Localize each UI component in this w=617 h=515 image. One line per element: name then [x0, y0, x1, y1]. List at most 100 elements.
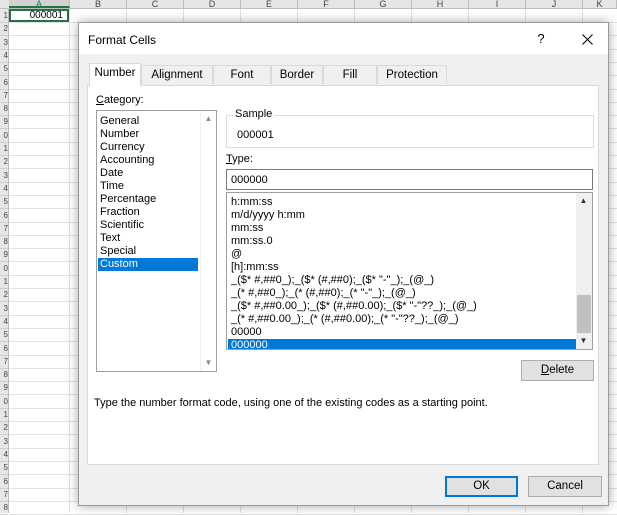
- format-code-item-selected[interactable]: 000000: [228, 339, 576, 349]
- row-header[interactable]: 4: [0, 315, 8, 329]
- row-header[interactable]: 7: [0, 89, 8, 103]
- column-header-e[interactable]: E: [241, 0, 298, 8]
- format-code-item[interactable]: m/d/yyyy h:mm: [228, 209, 576, 222]
- tab-alignment[interactable]: Alignment: [141, 65, 213, 84]
- row-header[interactable]: 1: [0, 408, 8, 422]
- row-header[interactable]: 8: [0, 368, 8, 383]
- format-code-item[interactable]: 00000: [228, 326, 576, 339]
- category-list[interactable]: General Number Currency Accounting Date …: [96, 110, 217, 372]
- row-header[interactable]: 4: [0, 448, 8, 462]
- row-header[interactable]: 0: [0, 262, 8, 276]
- scroll-up-icon[interactable]: ▲: [201, 111, 216, 127]
- category-item[interactable]: Special: [98, 245, 198, 258]
- row-header[interactable]: 4: [0, 182, 8, 196]
- row-header[interactable]: 8: [0, 102, 8, 117]
- tab-font[interactable]: Font: [213, 65, 271, 84]
- help-button[interactable]: ?: [531, 29, 551, 49]
- row-header[interactable]: 5: [0, 62, 8, 77]
- hint-text: Type the number format code, using one o…: [94, 397, 488, 409]
- tab-number[interactable]: Number: [89, 63, 141, 86]
- close-button[interactable]: [575, 29, 599, 49]
- row-header[interactable]: 1: [0, 142, 8, 156]
- column-header-d[interactable]: D: [184, 0, 241, 8]
- format-code-item[interactable]: _(* #,##0.00_);_(* (#,##0.00);_(* "-"??_…: [228, 313, 576, 326]
- row-header[interactable]: 2: [0, 421, 8, 436]
- category-item[interactable]: Date: [98, 167, 198, 180]
- row-header[interactable]: 8: [0, 235, 8, 250]
- format-code-item[interactable]: h:mm:ss: [228, 196, 576, 209]
- row-header[interactable]: 6: [0, 342, 8, 356]
- category-item[interactable]: Text: [98, 232, 198, 245]
- format-code-item[interactable]: @: [228, 248, 576, 261]
- row-header[interactable]: 7: [0, 355, 8, 369]
- category-item-selected[interactable]: Custom: [98, 258, 198, 271]
- row-header[interactable]: 0: [0, 395, 8, 409]
- row-header[interactable]: 2: [0, 22, 8, 37]
- format-code-item[interactable]: _($* #,##0_);_($* (#,##0);_($* "-"_);_(@…: [228, 274, 576, 287]
- ok-button[interactable]: OK: [445, 476, 518, 497]
- row-header[interactable]: 9: [0, 381, 8, 396]
- row-header[interactable]: 0: [0, 129, 8, 143]
- row-header[interactable]: 3: [0, 302, 8, 316]
- format-code-item[interactable]: [h]:mm:ss: [228, 261, 576, 274]
- column-header-h[interactable]: H: [412, 0, 469, 8]
- format-code-item[interactable]: _($* #,##0.00_);_($* (#,##0.00);_($* "-"…: [228, 300, 576, 313]
- row-header[interactable]: 6: [0, 76, 8, 90]
- category-item[interactable]: Scientific: [98, 219, 198, 232]
- column-header-i[interactable]: I: [469, 0, 526, 8]
- tab-protection[interactable]: Protection: [377, 65, 447, 84]
- row-header[interactable]: 3: [0, 169, 8, 183]
- category-item[interactable]: Number: [98, 128, 198, 141]
- row-header[interactable]: 9: [0, 115, 8, 130]
- category-scrollbar[interactable]: ▲ ▼: [200, 111, 216, 371]
- format-scrollbar[interactable]: ▲ ▼: [576, 193, 592, 349]
- type-input[interactable]: [226, 169, 593, 190]
- row-header[interactable]: 6: [0, 209, 8, 223]
- row-header[interactable]: 5: [0, 195, 8, 210]
- scroll-down-icon[interactable]: ▼: [201, 355, 216, 371]
- sample-label: Sample: [233, 108, 275, 120]
- column-header-g[interactable]: G: [355, 0, 412, 8]
- scroll-up-icon[interactable]: ▲: [576, 193, 591, 209]
- category-item[interactable]: Currency: [98, 141, 198, 154]
- cell-a1[interactable]: 000001: [9, 9, 69, 22]
- row-header[interactable]: 4: [0, 49, 8, 63]
- row-header[interactable]: 9: [0, 248, 8, 263]
- row-header[interactable]: 5: [0, 461, 8, 476]
- row-header[interactable]: 7: [0, 222, 8, 236]
- category-item[interactable]: General: [98, 115, 198, 128]
- cancel-button[interactable]: Cancel: [528, 476, 602, 497]
- format-code-item[interactable]: mm:ss: [228, 222, 576, 235]
- format-code-item[interactable]: _(* #,##0_);_(* (#,##0);_(* "-"_);_(@_): [228, 287, 576, 300]
- scroll-thumb[interactable]: [577, 295, 591, 333]
- row-header[interactable]: 2: [0, 155, 8, 170]
- row-header[interactable]: 7: [0, 488, 8, 502]
- row-header[interactable]: 2: [0, 288, 8, 303]
- column-header-c[interactable]: C: [127, 0, 184, 8]
- row-header[interactable]: 1: [0, 275, 8, 289]
- sample-group: Sample 000001: [226, 108, 594, 148]
- column-header-j[interactable]: J: [526, 0, 583, 8]
- column-header-b[interactable]: B: [70, 0, 127, 8]
- row-header[interactable]: 5: [0, 328, 8, 343]
- delete-button[interactable]: Delete: [521, 360, 594, 381]
- row-header[interactable]: 6: [0, 475, 8, 489]
- tab-fill[interactable]: Fill: [323, 65, 377, 84]
- format-code-item[interactable]: mm:ss.0: [228, 235, 576, 248]
- column-header-f[interactable]: F: [298, 0, 355, 8]
- row-header[interactable]: 3: [0, 36, 8, 50]
- scroll-down-icon[interactable]: ▼: [576, 333, 591, 349]
- category-item[interactable]: Accounting: [98, 154, 198, 167]
- number-tab-panel: Category: General Number Currency Accoun…: [87, 85, 599, 465]
- row-header[interactable]: 3: [0, 435, 8, 449]
- tab-border[interactable]: Border: [271, 65, 323, 84]
- type-label: Type:: [226, 153, 253, 165]
- category-item[interactable]: Fraction: [98, 206, 198, 219]
- category-item[interactable]: Time: [98, 180, 198, 193]
- column-header-k[interactable]: K: [583, 0, 617, 8]
- row-header[interactable]: 1: [0, 9, 8, 23]
- column-header-a[interactable]: A: [9, 0, 70, 8]
- close-icon: [581, 33, 593, 45]
- category-item[interactable]: Percentage: [98, 193, 198, 206]
- format-code-list[interactable]: h:mm:ss m/d/yyyy h:mm mm:ss mm:ss.0 @ [h…: [226, 192, 593, 350]
